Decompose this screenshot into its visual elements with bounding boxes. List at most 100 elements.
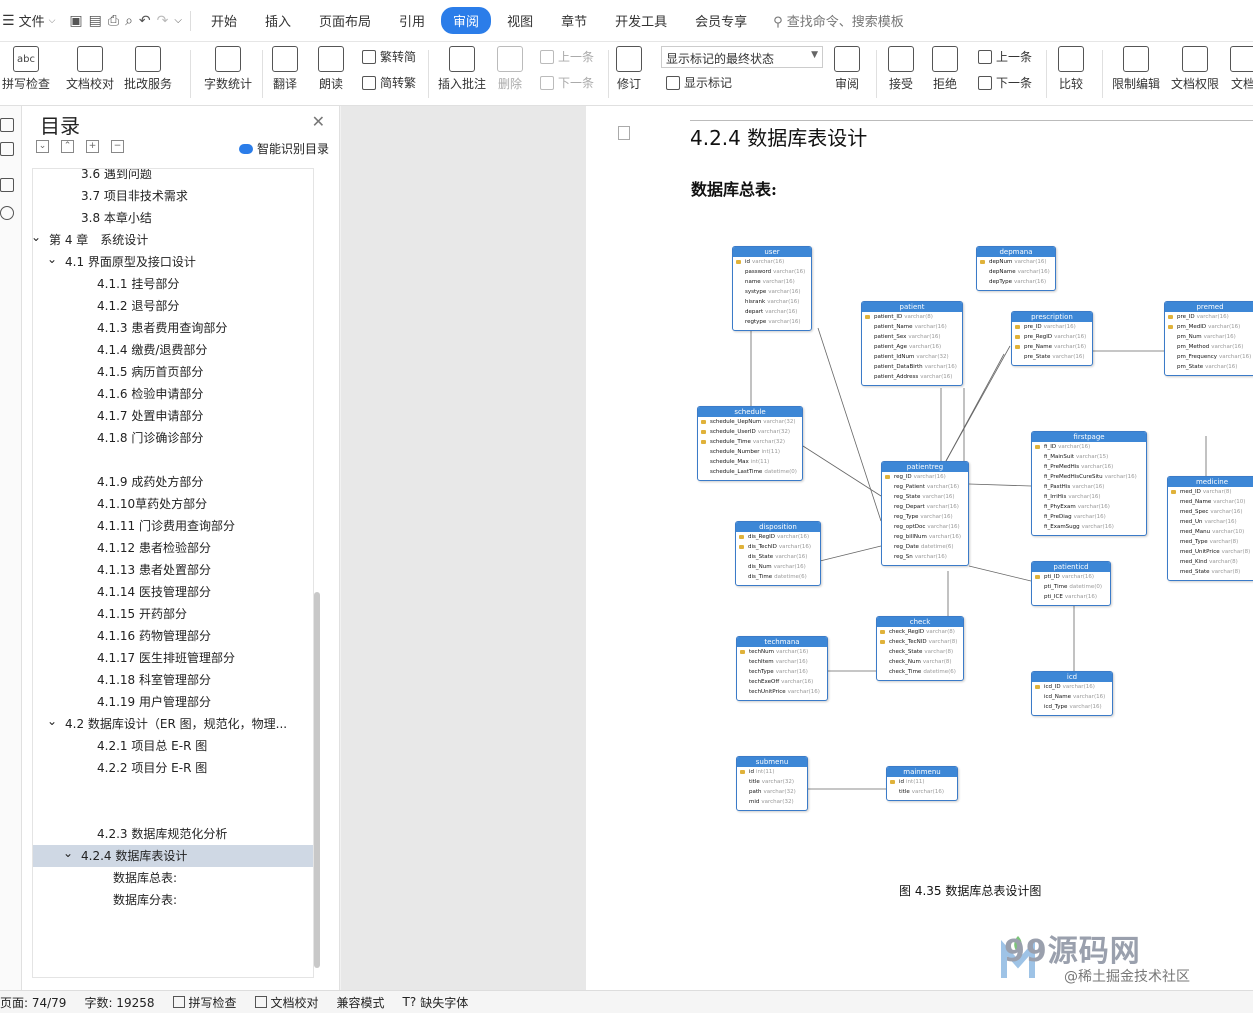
print-preview-icon[interactable]: ⌕ <box>125 13 133 29</box>
compare-button[interactable]: 比较 <box>1058 46 1084 92</box>
toc-item[interactable]: 数据库总表: <box>33 867 313 889</box>
missing-font-status[interactable]: T? 缺失字体 <box>403 994 469 1011</box>
page-indicator[interactable]: 页面: 74/79 <box>0 994 66 1011</box>
doc-proof-status[interactable]: 文档校对 <box>254 994 319 1011</box>
add-level-icon[interactable]: + <box>86 140 99 153</box>
er-table-patienticd[interactable]: patienticd pti_ID varchar(16) pti_Time datet… <box>1031 561 1111 606</box>
styles-icon[interactable] <box>0 142 14 156</box>
toc-item[interactable]: 4.1.8 门诊确诊部分 <box>33 427 313 449</box>
review-pane-button[interactable]: 审阅 <box>834 46 860 92</box>
tab-3[interactable]: 引用 <box>387 7 437 34</box>
toc-item[interactable]: ⌄ 4.2.4 数据库表设计 <box>33 845 313 867</box>
tab-8[interactable]: 会员专享 <box>683 7 759 34</box>
collapse-all-icon[interactable]: ⌃ <box>61 140 74 153</box>
er-table-prescription[interactable]: prescription pre_ID varchar(16) pre_RegID va… <box>1011 311 1093 366</box>
simp-to-trad-button[interactable]: 简转繁 <box>362 74 416 91</box>
redo-icon[interactable]: ↷ <box>157 13 169 29</box>
word-count-indicator[interactable]: 字数: 19258 <box>84 994 154 1011</box>
toc-item[interactable]: 3.8 本章小结 <box>33 207 313 229</box>
close-icon[interactable]: ✕ <box>312 112 325 131</box>
delete-comment-button[interactable]: 删除 <box>497 46 523 92</box>
doc-more-button[interactable]: 文档 <box>1230 46 1253 92</box>
trad-to-simp-button[interactable]: 繁转简 <box>362 48 416 65</box>
er-table-disposition[interactable]: disposition dis_RegID varchar(16) dis_TechI… <box>735 521 821 586</box>
er-table-patientreg[interactable]: patientreg reg_ID varchar(16) reg_Patient va… <box>881 461 969 566</box>
smart-toc-button[interactable]: 智能识别目录 <box>238 140 329 157</box>
er-table-depmana[interactable]: depmana depNum varchar(16) depName varchar(1… <box>976 246 1056 291</box>
toc-item[interactable]: 4.1.6 检验申请部分 <box>33 383 313 405</box>
toc-item[interactable]: 4.1.5 病历首页部分 <box>33 361 313 383</box>
tab-6[interactable]: 章节 <box>549 7 599 34</box>
insert-comment-button[interactable]: 插入批注 <box>438 46 486 92</box>
restrict-edit-button[interactable]: 限制编辑 <box>1112 46 1160 92</box>
annot-service-button[interactable]: 批改服务 <box>124 46 172 92</box>
command-search[interactable]: ⚲ 查找命令、搜索模板 <box>773 11 904 30</box>
toc-item[interactable]: 4.1.15 开药部分 <box>33 603 313 625</box>
revise-button[interactable]: 修订 <box>616 46 642 92</box>
print-icon[interactable]: ⎙ <box>108 13 119 29</box>
search-icon[interactable] <box>0 206 14 220</box>
tab-1[interactable]: 插入 <box>253 7 303 34</box>
er-table-firstpage[interactable]: firstpage fi_ID varchar(16) fi_MainSuit varc… <box>1031 431 1147 536</box>
doc-proof-button[interactable]: 文档校对 <box>66 46 114 92</box>
next-change-button[interactable]: 下一条 <box>978 74 1032 91</box>
toc-item[interactable]: 4.1.2 退号部分 <box>33 295 313 317</box>
toc-item[interactable]: 4.1.9 成药处方部分 <box>33 471 313 493</box>
show-markup-button[interactable]: 显示标记 <box>666 74 732 91</box>
spell-check-button[interactable]: abc 拼写检查 <box>2 46 50 92</box>
toc-item[interactable]: 4.1.16 药物管理部分 <box>33 625 313 647</box>
translate-button[interactable]: 翻译 <box>272 46 298 92</box>
er-table-schedule[interactable]: schedule schedule_UepNum varchar(32) schedu… <box>697 406 803 481</box>
toc-item[interactable]: 4.2.1 项目总 E-R 图 <box>33 735 313 757</box>
chevron-down-icon[interactable]: ⌄ <box>47 251 57 270</box>
toc-item[interactable]: 4.2.3 数据库规范化分析 <box>33 823 313 845</box>
save-icon[interactable]: ▣ <box>69 13 82 29</box>
toc-item[interactable] <box>33 779 313 801</box>
customize-icon[interactable]: ⌵ <box>174 15 182 26</box>
tab-5[interactable]: 视图 <box>495 7 545 34</box>
er-table-icd[interactable]: icd icd_ID varchar(16) icd_Name varchar(16) i… <box>1031 671 1113 716</box>
er-table-mainmenu[interactable]: mainmenu id int(11) title varchar(16) <box>886 766 958 801</box>
toc-item[interactable]: 4.1.17 医生排班管理部分 <box>33 647 313 669</box>
toc-item[interactable]: 4.1.1 挂号部分 <box>33 273 313 295</box>
toc-item[interactable]: ⌄ 4.1 界面原型及接口设计 <box>33 251 313 273</box>
er-table-premed[interactable]: premed pre_ID varchar(16) pm_MedID varchar(1… <box>1164 301 1253 376</box>
er-table-submenu[interactable]: submenu id int(11) title varchar(32) path varc… <box>736 756 808 811</box>
markup-state-select[interactable]: 显示标记的最终状态 ▼ <box>661 46 823 68</box>
toc-item[interactable]: 4.1.14 医技管理部分 <box>33 581 313 603</box>
toc-item[interactable]: 4.1.18 科室管理部分 <box>33 669 313 691</box>
toc-item[interactable]: 4.1.4 缴费/退费部分 <box>33 339 313 361</box>
toc-item[interactable]: 4.1.12 患者检验部分 <box>33 537 313 559</box>
chevron-down-icon[interactable]: ⌄ <box>47 713 57 732</box>
tab-0[interactable]: 开始 <box>199 7 249 34</box>
export-pdf-icon[interactable]: ▤ <box>89 13 102 29</box>
toc-item[interactable]: 3.6 遇到问题 <box>33 169 313 185</box>
toc-item[interactable] <box>33 801 313 823</box>
read-aloud-button[interactable]: 朗读 <box>318 46 344 92</box>
toc-item[interactable]: 4.1.3 患者费用查询部分 <box>33 317 313 339</box>
toc-item[interactable]: 4.2.2 项目分 E-R 图 <box>33 757 313 779</box>
toc-item[interactable]: 4.1.7 处置申请部分 <box>33 405 313 427</box>
document-page[interactable]: 4.2.4 数据库表设计 数据库总表: user id varchar(16) pas… <box>586 106 1253 990</box>
tab-7[interactable]: 开发工具 <box>603 7 679 34</box>
toc-item[interactable]: ⌄ 4.2 数据库设计（ER 图，规范化，物理... <box>33 713 313 735</box>
doc-permission-button[interactable]: 文档权限 <box>1171 46 1219 92</box>
tab-4[interactable]: 审阅 <box>441 7 492 34</box>
prev-comment-button[interactable]: 上一条 <box>540 48 594 65</box>
toc-item[interactable]: 4.1.11 门诊费用查询部分 <box>33 515 313 537</box>
er-table-techmana[interactable]: techmana techNum varchar(16) techItem varcha… <box>736 636 828 701</box>
prev-change-button[interactable]: 上一条 <box>978 48 1032 65</box>
toc-item[interactable]: 3.7 项目非技术需求 <box>33 185 313 207</box>
toc-item[interactable] <box>33 449 313 471</box>
next-comment-button[interactable]: 下一条 <box>540 74 594 91</box>
word-count-button[interactable]: 字数统计 <box>204 46 252 92</box>
toc-panel-icon[interactable] <box>0 118 14 132</box>
chevron-down-icon[interactable]: ⌄ <box>33 229 41 248</box>
toc-item[interactable]: ⌄ 第 4 章 系统设计 <box>33 229 313 251</box>
bookmark-icon[interactable] <box>0 178 14 192</box>
spell-check-status[interactable]: 拼写检查 <box>172 994 237 1011</box>
toc-item[interactable]: 数据库分表: <box>33 889 313 911</box>
toc-item[interactable]: 4.1.10草药处方部分 <box>33 493 313 515</box>
er-table-user[interactable]: user id varchar(16) password varchar(16) name… <box>732 246 812 331</box>
reject-button[interactable]: 拒绝 <box>932 46 958 92</box>
